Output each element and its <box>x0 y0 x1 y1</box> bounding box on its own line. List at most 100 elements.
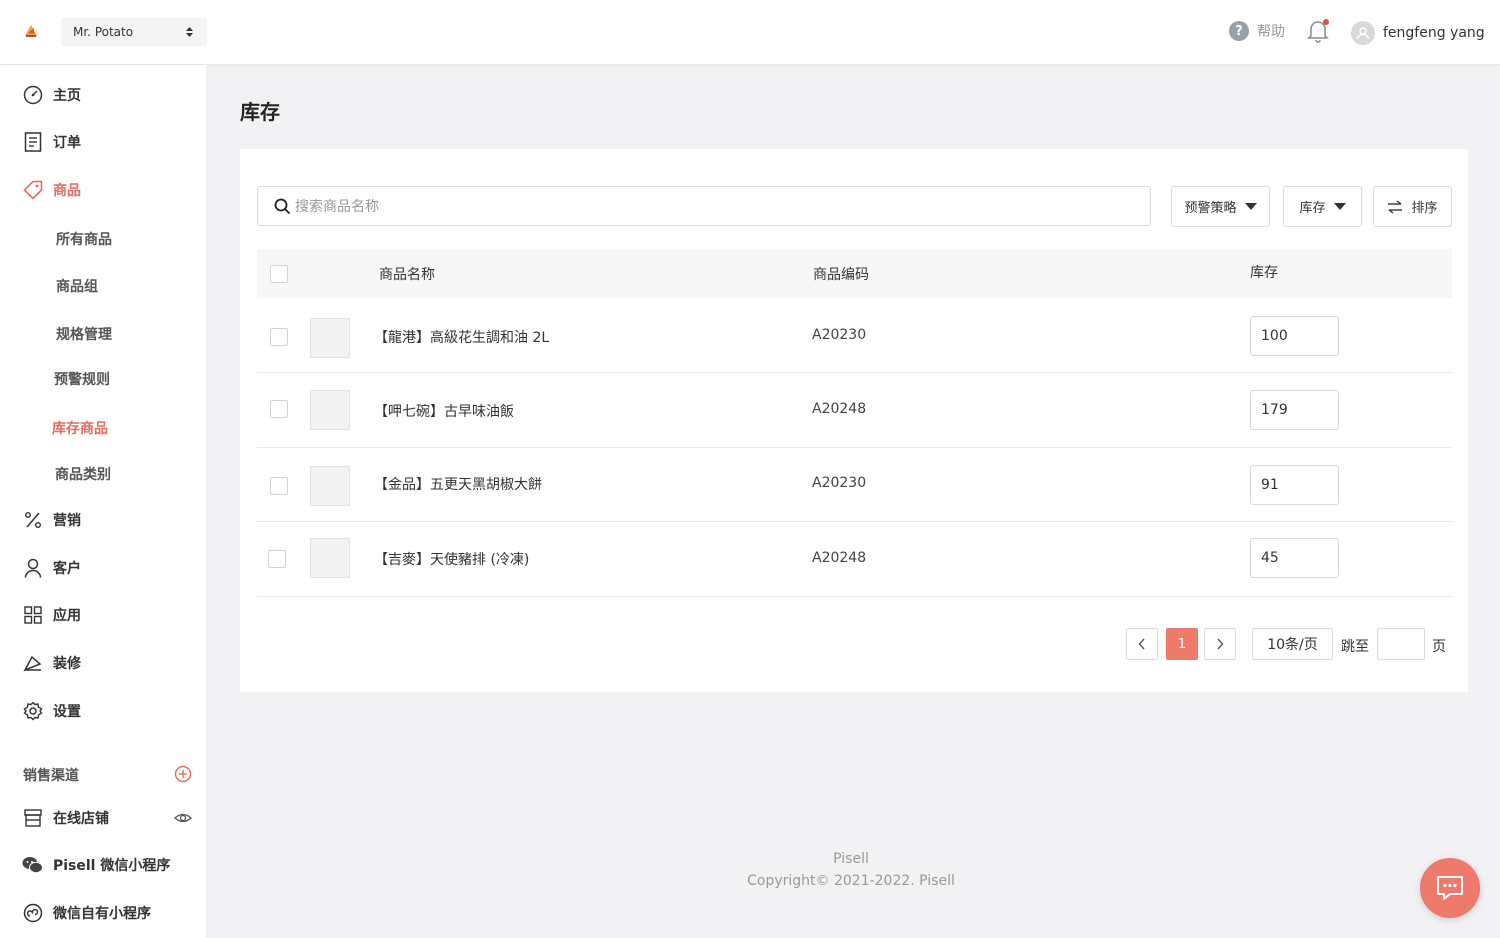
help-link[interactable]: ? 帮助 <box>1229 21 1285 41</box>
order-icon <box>22 132 43 153</box>
row-checkbox[interactable] <box>270 477 288 495</box>
stock-input[interactable]: 91 <box>1250 465 1339 505</box>
stock-filter-dropdown[interactable]: 库存 <box>1283 186 1362 227</box>
product-name: 【龍港】高級花生調和油 2L <box>374 330 550 346</box>
user-icon <box>22 558 43 579</box>
page-button-current[interactable]: 1 <box>1166 628 1198 660</box>
stock-input[interactable]: 45 <box>1250 538 1339 578</box>
chevron-left-icon <box>1138 638 1145 650</box>
table-row: 【吉麥】天使豬排 (冷凍) A20248 45 <box>257 522 1452 597</box>
sidebar: 主页 订单 商品 所有商品 商品组 规格管理 预警规则 库存商品 商品类别 营销… <box>0 65 207 938</box>
sidebar-item-label: 订单 <box>53 135 81 151</box>
jump-page-input[interactable] <box>1377 628 1425 660</box>
sidebar-item-label: Pisell 微信小程序 <box>53 858 171 874</box>
sidebar-item-label: 主页 <box>53 88 81 104</box>
sidebar-item-label: 装修 <box>53 656 81 672</box>
sidebar-item-pisell-wechat[interactable]: Pisell 微信小程序 <box>22 853 170 877</box>
store-name: Mr. Potato <box>73 25 134 39</box>
brush-icon <box>22 653 43 674</box>
sidebar-subitem-product-groups[interactable]: 商品组 <box>56 276 98 296</box>
sidebar-subitem-stock-products[interactable]: 库存商品 <box>52 418 108 438</box>
sort-button[interactable]: 排序 <box>1373 186 1452 227</box>
table-header: 商品名称 商品编码 库存 <box>257 249 1452 298</box>
sidebar-item-label: 设置 <box>53 704 81 720</box>
product-name: 【吉麥】天使豬排 (冷凍) <box>374 552 530 568</box>
top-bar: Mr. Potato ? 帮助 fengfeng yang <box>0 0 1500 65</box>
notification-dot <box>1323 19 1329 25</box>
sales-channels-title: 销售渠道 <box>23 768 79 784</box>
sidebar-item-customers[interactable]: 客户 <box>22 556 81 580</box>
column-header-name: 商品名称 <box>379 267 435 283</box>
apps-icon <box>22 605 43 626</box>
dashboard-icon <box>22 85 43 106</box>
sidebar-item-apps[interactable]: 应用 <box>22 603 81 627</box>
sort-label: 排序 <box>1411 201 1438 216</box>
row-checkbox[interactable] <box>270 328 288 346</box>
sidebar-subitem-specs[interactable]: 规格管理 <box>56 324 112 344</box>
sidebar-item-label: 营销 <box>53 513 81 529</box>
caret-down-icon <box>1244 203 1257 210</box>
prev-page-button[interactable] <box>1126 628 1158 660</box>
sidebar-item-label: 商品 <box>53 183 81 199</box>
notification-button[interactable] <box>1307 19 1329 43</box>
search-placeholder: 搜索商品名称 <box>295 199 379 215</box>
chat-button[interactable] <box>1420 858 1480 918</box>
row-checkbox[interactable] <box>268 550 286 568</box>
select-all-checkbox[interactable] <box>270 265 288 283</box>
warning-strategy-dropdown[interactable]: 预警策略 <box>1171 186 1270 227</box>
logo-icon[interactable] <box>22 22 40 40</box>
product-code: A20248 <box>812 401 867 417</box>
inventory-card: 搜索商品名称 预警策略 库存 排序 商品名称 商品编码 库存 【龍港】高級花生調… <box>240 149 1468 692</box>
search-icon <box>274 198 291 214</box>
eye-icon[interactable] <box>174 809 192 827</box>
sidebar-item-wechat-own[interactable]: 微信自有小程序 <box>22 901 151 925</box>
select-arrows-icon <box>186 27 193 37</box>
sidebar-item-settings[interactable]: 设置 <box>22 699 81 723</box>
sort-icon <box>1388 199 1403 214</box>
sidebar-item-label: 在线店铺 <box>53 811 109 827</box>
stock-input[interactable]: 100 <box>1250 316 1339 356</box>
sidebar-subitem-all-products[interactable]: 所有商品 <box>56 229 112 249</box>
tag-icon <box>22 180 43 201</box>
product-thumbnail <box>310 390 350 430</box>
row-checkbox[interactable] <box>270 400 288 418</box>
sidebar-item-products[interactable]: 商品 <box>22 178 81 202</box>
product-code: A20248 <box>812 550 867 566</box>
sidebar-subitem-warning-rules[interactable]: 预警规则 <box>54 369 110 389</box>
add-channel-icon[interactable] <box>174 765 192 783</box>
page-suffix-label: 页 <box>1432 639 1446 655</box>
sidebar-subitem-categories[interactable]: 商品类别 <box>55 464 111 484</box>
sidebar-item-orders[interactable]: 订单 <box>22 130 81 154</box>
page-title: 库存 <box>240 100 280 124</box>
column-header-stock: 库存 <box>1250 265 1278 281</box>
user-avatar-icon <box>1356 27 1370 40</box>
stock-filter-label: 库存 <box>1299 201 1326 216</box>
column-header-code: 商品编码 <box>813 267 869 283</box>
percent-icon <box>22 510 43 531</box>
caret-down-icon <box>1333 203 1346 210</box>
sidebar-item-online-store[interactable]: 在线店铺 <box>22 806 109 830</box>
table-row: 【金品】五更天黑胡椒大餅 A20230 91 <box>257 448 1452 522</box>
help-label: 帮助 <box>1257 24 1285 40</box>
product-thumbnail <box>310 318 350 358</box>
footer-copyright: Copyright© 2021-2022. Pisell <box>747 873 955 889</box>
sidebar-item-label: 客户 <box>53 561 81 577</box>
product-thumbnail <box>310 538 350 578</box>
help-icon: ? <box>1229 21 1249 41</box>
search-input[interactable]: 搜索商品名称 <box>257 186 1151 226</box>
sidebar-item-label: 微信自有小程序 <box>53 906 151 922</box>
store-selector[interactable]: Mr. Potato <box>61 18 207 46</box>
sidebar-item-decorate[interactable]: 装修 <box>22 651 81 675</box>
store-icon <box>22 808 43 829</box>
user-menu[interactable]: fengfeng yang <box>1351 21 1485 45</box>
sidebar-item-home[interactable]: 主页 <box>22 83 81 107</box>
next-page-button[interactable] <box>1204 628 1236 660</box>
sidebar-item-marketing[interactable]: 营销 <box>22 508 81 532</box>
page-size-select[interactable]: 10条/页 <box>1252 628 1333 660</box>
chat-icon <box>1437 876 1463 900</box>
product-code: A20230 <box>812 475 867 491</box>
chevron-right-icon <box>1217 638 1224 650</box>
gear-icon <box>22 701 43 722</box>
user-name: fengfeng yang <box>1383 25 1485 41</box>
stock-input[interactable]: 179 <box>1250 390 1339 430</box>
